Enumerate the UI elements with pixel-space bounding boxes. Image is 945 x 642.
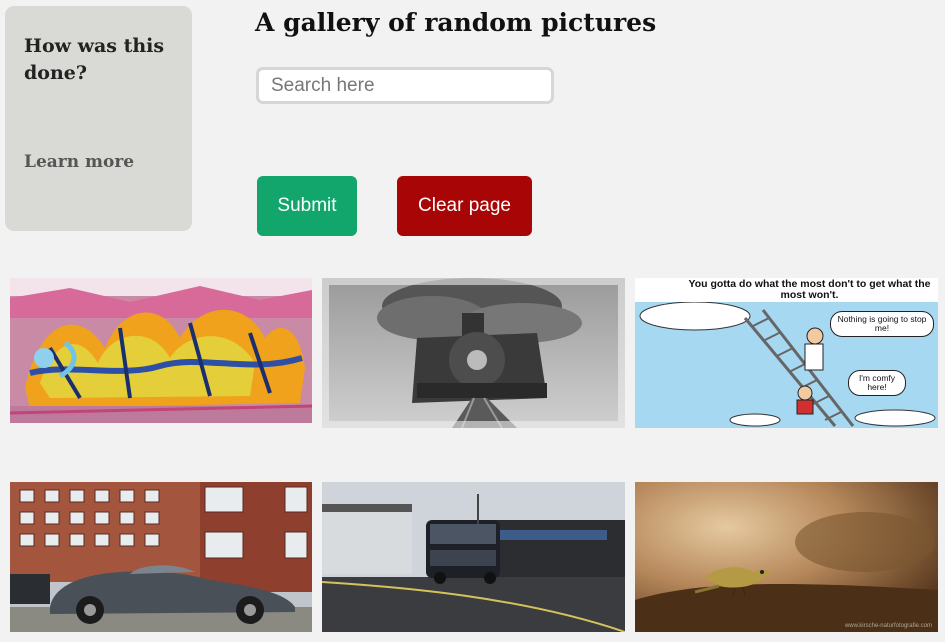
graffiti-wall-image[interactable] — [10, 278, 312, 423]
speech-bubble-bottom: I'm comfy here! — [848, 370, 906, 396]
info-card-title: How was this done? — [24, 35, 165, 84]
page-title: A gallery of random pictures — [255, 8, 657, 37]
ladder-comic-image[interactable]: M You gotta do what the most don't to ge… — [635, 278, 938, 428]
vintage-car-image[interactable] — [10, 482, 312, 632]
info-card: How was this done? Learn more — [5, 6, 192, 231]
search-input[interactable] — [256, 67, 554, 104]
submit-button[interactable]: Submit — [257, 176, 357, 236]
page: How was this done? Learn more A gallery … — [0, 0, 945, 642]
bird-on-ground-image[interactable]: www.kirsche-naturfotografie.com — [635, 482, 938, 632]
photo-watermark: www.kirsche-naturfotografie.com — [844, 623, 932, 629]
clear-page-button[interactable]: Clear page — [397, 176, 532, 236]
double-decker-bus-image[interactable] — [322, 482, 625, 632]
learn-more-link[interactable]: Learn more — [24, 152, 134, 172]
comic-caption: You gotta do what the most don't to get … — [635, 278, 938, 302]
speech-bubble-top: Nothing is going to stop me! — [830, 311, 934, 337]
steam-locomotive-image[interactable] — [322, 278, 625, 428]
